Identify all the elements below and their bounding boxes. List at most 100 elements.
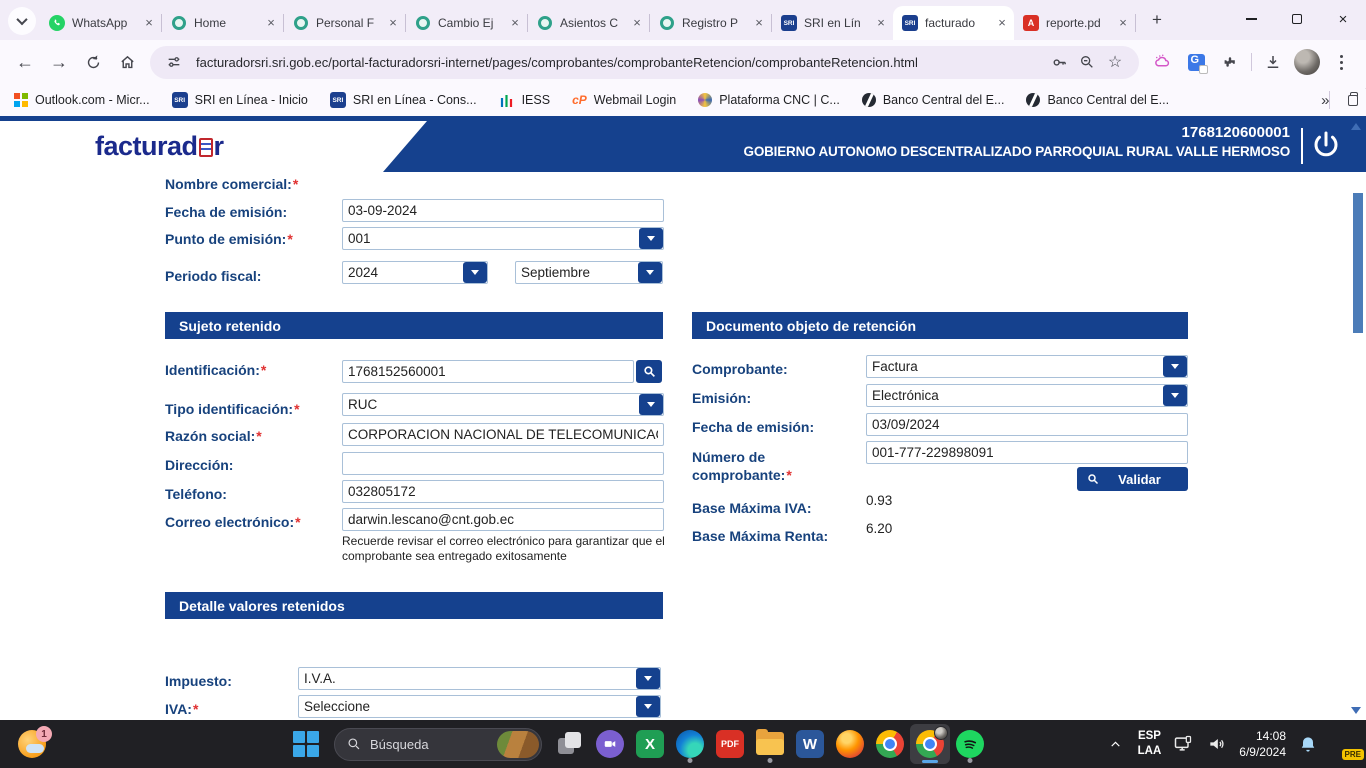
start-button[interactable]: [286, 724, 326, 764]
video-app-button[interactable]: [590, 724, 630, 764]
punto-emision-select[interactable]: 001: [342, 227, 664, 250]
correo-input[interactable]: [342, 508, 664, 531]
chrome-active-button[interactable]: [910, 724, 950, 764]
tab-reporte-pdf[interactable]: A reporte.pd ×: [1014, 6, 1135, 40]
bookmark-webmail[interactable]: cP Webmail Login: [572, 93, 676, 107]
firefox-button[interactable]: [830, 724, 870, 764]
tab-asientos[interactable]: Asientos C ×: [528, 6, 649, 40]
password-key-icon[interactable]: [1045, 48, 1073, 76]
edge-button[interactable]: [670, 724, 710, 764]
reload-button[interactable]: [76, 45, 110, 79]
bookmark-outlook[interactable]: Outlook.com - Micr...: [14, 93, 150, 107]
tipo-identificacion-select[interactable]: RUC: [342, 393, 664, 416]
tab-registro[interactable]: Registro P ×: [650, 6, 771, 40]
widgets-weather-button[interactable]: 1: [16, 726, 54, 764]
numero-comprobante-input[interactable]: [866, 441, 1188, 464]
bookmark-sri-inicio[interactable]: SRI SRI en Línea - Inicio: [172, 92, 308, 108]
emision-select[interactable]: Electrónica: [866, 384, 1188, 407]
home-button[interactable]: [110, 45, 144, 79]
impuesto-select[interactable]: I.V.A.: [298, 667, 661, 690]
tab-home[interactable]: Home ×: [162, 6, 283, 40]
identificacion-input[interactable]: [342, 360, 634, 383]
bookmarks-overflow-button[interactable]: »: [1321, 92, 1329, 109]
dropdown-button[interactable]: [1163, 356, 1187, 377]
word-button[interactable]: W: [790, 724, 830, 764]
task-view-button[interactable]: [550, 724, 590, 764]
clock[interactable]: 14:08 6/9/2024: [1239, 728, 1286, 760]
new-tab-button[interactable]: +: [1144, 7, 1170, 33]
doc-fecha-emision-input[interactable]: [866, 413, 1188, 436]
tab-personal[interactable]: Personal F ×: [284, 6, 405, 40]
minimize-button[interactable]: [1228, 0, 1274, 38]
dropdown-button[interactable]: [1163, 385, 1187, 406]
tab-search-button[interactable]: [8, 7, 36, 35]
taskbar-search[interactable]: Búsqueda: [334, 728, 542, 761]
close-icon[interactable]: ×: [141, 15, 157, 31]
close-icon[interactable]: ×: [751, 15, 767, 31]
dropdown-button[interactable]: [463, 262, 487, 283]
all-bookmarks-button[interactable]: Todos los marcadores: [1329, 86, 1366, 114]
periodo-year-select[interactable]: 2024: [342, 261, 488, 284]
close-window-button[interactable]: ×: [1320, 0, 1366, 38]
excel-button[interactable]: X: [630, 724, 670, 764]
close-icon[interactable]: ×: [263, 15, 279, 31]
extensions-puzzle-icon[interactable]: [1213, 45, 1247, 79]
tab-cambio[interactable]: Cambio Ej ×: [406, 6, 527, 40]
tab-whatsapp[interactable]: WhatsApp ×: [40, 6, 161, 40]
validar-button[interactable]: Validar: [1077, 467, 1188, 491]
pdf-app-button[interactable]: PDF: [710, 724, 750, 764]
close-icon[interactable]: ×: [1115, 15, 1131, 31]
copilot-button[interactable]: PRE: [1330, 729, 1360, 759]
translate-icon[interactable]: G: [1179, 45, 1213, 79]
url-text[interactable]: facturadorsri.sri.gob.ec/portal-facturad…: [196, 55, 1045, 70]
logout-power-button[interactable]: [1308, 127, 1344, 163]
identificacion-search-button[interactable]: [636, 360, 662, 383]
comprobante-select[interactable]: Factura: [866, 355, 1188, 378]
fecha-emision-input[interactable]: [342, 199, 664, 222]
forward-button[interactable]: →: [42, 45, 76, 79]
scrollbar-thumb[interactable]: [1353, 193, 1363, 333]
razon-social-input[interactable]: [342, 423, 664, 446]
close-icon[interactable]: ×: [873, 15, 889, 31]
scroll-up-arrow[interactable]: [1351, 123, 1361, 130]
periodo-month-select[interactable]: Septiembre: [515, 261, 663, 284]
bookmark-star-icon[interactable]: ☆: [1101, 48, 1129, 76]
bookmark-sri-consultas[interactable]: SRI SRI en Línea - Cons...: [330, 92, 477, 108]
profile-avatar[interactable]: [1290, 45, 1324, 79]
bookmark-banco-central-1[interactable]: Banco Central del E...: [862, 93, 1005, 107]
back-button[interactable]: ←: [8, 45, 42, 79]
tab-sri-en-linea[interactable]: SRI SRI en Lín ×: [772, 6, 893, 40]
maximize-button[interactable]: [1274, 0, 1320, 38]
volume-icon[interactable]: [1205, 732, 1229, 756]
close-icon[interactable]: ×: [507, 15, 523, 31]
close-icon[interactable]: ×: [385, 15, 401, 31]
network-icon[interactable]: [1171, 732, 1195, 756]
file-explorer-button[interactable]: [750, 724, 790, 764]
iva-select[interactable]: Seleccione: [298, 695, 661, 718]
language-indicator[interactable]: ESPLAA: [1138, 729, 1162, 759]
zoom-out-icon[interactable]: [1073, 48, 1101, 76]
close-icon[interactable]: ×: [629, 15, 645, 31]
notification-bell[interactable]: [1296, 732, 1320, 756]
bookmark-cnc[interactable]: Plataforma CNC | C...: [698, 93, 840, 107]
chrome-button[interactable]: [870, 724, 910, 764]
site-info-icon[interactable]: [160, 48, 188, 76]
close-icon[interactable]: ×: [994, 15, 1010, 31]
downloads-icon[interactable]: [1256, 45, 1290, 79]
tray-chevron-up[interactable]: [1104, 732, 1128, 756]
dropdown-button[interactable]: [639, 228, 663, 249]
scroll-down-arrow[interactable]: [1351, 707, 1361, 714]
weather-extension-icon[interactable]: [1145, 45, 1179, 79]
bookmark-iess[interactable]: IESS: [499, 92, 551, 108]
dropdown-button[interactable]: [639, 394, 663, 415]
direccion-input[interactable]: [342, 452, 664, 475]
browser-menu-button[interactable]: [1324, 45, 1358, 79]
bookmark-banco-central-2[interactable]: Banco Central del E...: [1026, 93, 1169, 107]
dropdown-button[interactable]: [638, 262, 662, 283]
spotify-button[interactable]: [950, 724, 990, 764]
tab-facturador-active[interactable]: SRI facturado ×: [893, 6, 1014, 40]
dropdown-button[interactable]: [636, 668, 660, 689]
address-bar[interactable]: facturadorsri.sri.gob.ec/portal-facturad…: [150, 46, 1139, 79]
telefono-input[interactable]: [342, 480, 664, 503]
dropdown-button[interactable]: [636, 696, 660, 717]
